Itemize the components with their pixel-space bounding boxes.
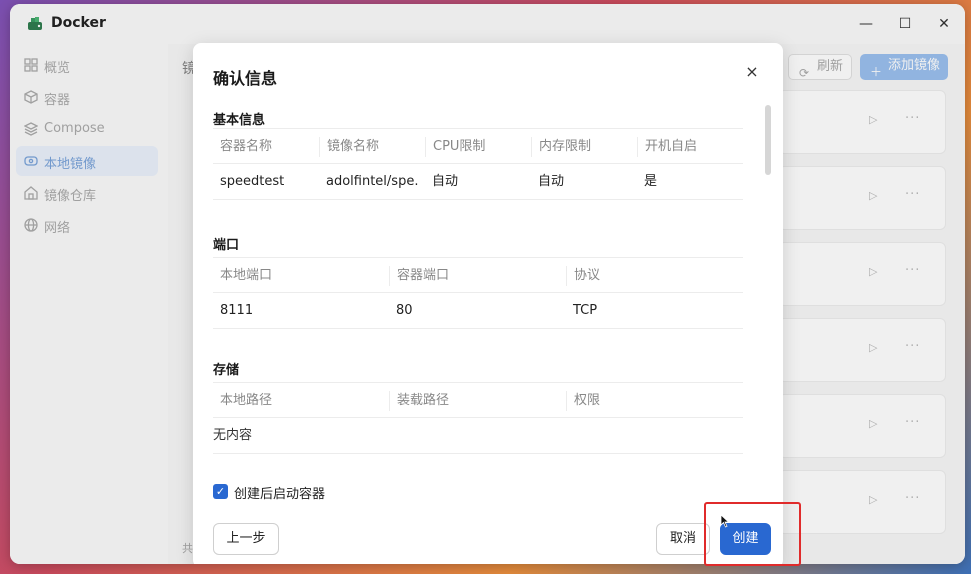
table-row: 8111 80 TCP [213,293,743,329]
column-header: 容器名称 [220,139,273,154]
column-header: 协议 [566,266,743,286]
table-cell: 自动 [432,174,459,189]
table-row: speedtest adolfintel/spe... 自动 自动 是 [213,164,743,200]
highlight-box [704,502,801,566]
empty-state-text: 无内容 [213,428,253,443]
table-cell: speedtest [220,174,285,189]
confirm-dialog: 确认信息 × 基本信息 容器名称 镜像名称 CPU限制 内存限制 开机自启 sp… [193,43,783,564]
mouse-cursor-icon [720,514,730,528]
storage-table: 本地路径 装载路径 权限 无内容 [213,382,743,454]
column-header: 装载路径 [389,391,566,411]
cancel-button[interactable]: 取消 [656,523,710,555]
table-cell: 自动 [538,174,565,189]
basic-info-table: 容器名称 镜像名称 CPU限制 内存限制 开机自启 speedtest adol… [213,128,743,200]
section-title-ports: 端口 [213,238,240,253]
column-header: CPU限制 [425,137,531,157]
column-header: 内存限制 [531,137,637,157]
start-after-create-checkbox[interactable]: ✓ [213,484,228,499]
column-header: 镜像名称 [319,137,425,157]
column-header: 开机自启 [637,137,743,157]
checkbox-label: 创建后启动容器 [234,487,326,502]
column-header: 容器端口 [389,266,566,286]
section-title-basic: 基本信息 [213,113,266,128]
section-title-storage: 存储 [213,363,240,378]
app-window: Docker — ☐ ✕ 概览 容器 Compose 本地镜像 镜像仓库 网络 [10,4,965,564]
table-header-row: 本地端口 容器端口 协议 [213,257,743,293]
table-header-row: 容器名称 镜像名称 CPU限制 内存限制 开机自启 [213,128,743,164]
close-icon[interactable]: × [743,63,761,81]
table-cell: 80 [396,303,413,318]
table-header-row: 本地路径 装载路径 权限 [213,382,743,418]
table-cell: TCP [573,303,598,318]
table-cell: 是 [644,174,658,189]
table-cell: adolfintel/spe... [326,174,419,189]
table-cell: 8111 [220,303,254,318]
dialog-title: 确认信息 [213,69,278,88]
table-row: 无内容 [213,418,743,454]
column-header: 权限 [566,391,743,411]
previous-step-button[interactable]: 上一步 [213,523,279,555]
scrollbar-thumb[interactable] [765,105,771,175]
ports-table: 本地端口 容器端口 协议 8111 80 TCP [213,257,743,329]
column-header: 本地路径 [220,393,273,408]
column-header: 本地端口 [220,268,273,283]
